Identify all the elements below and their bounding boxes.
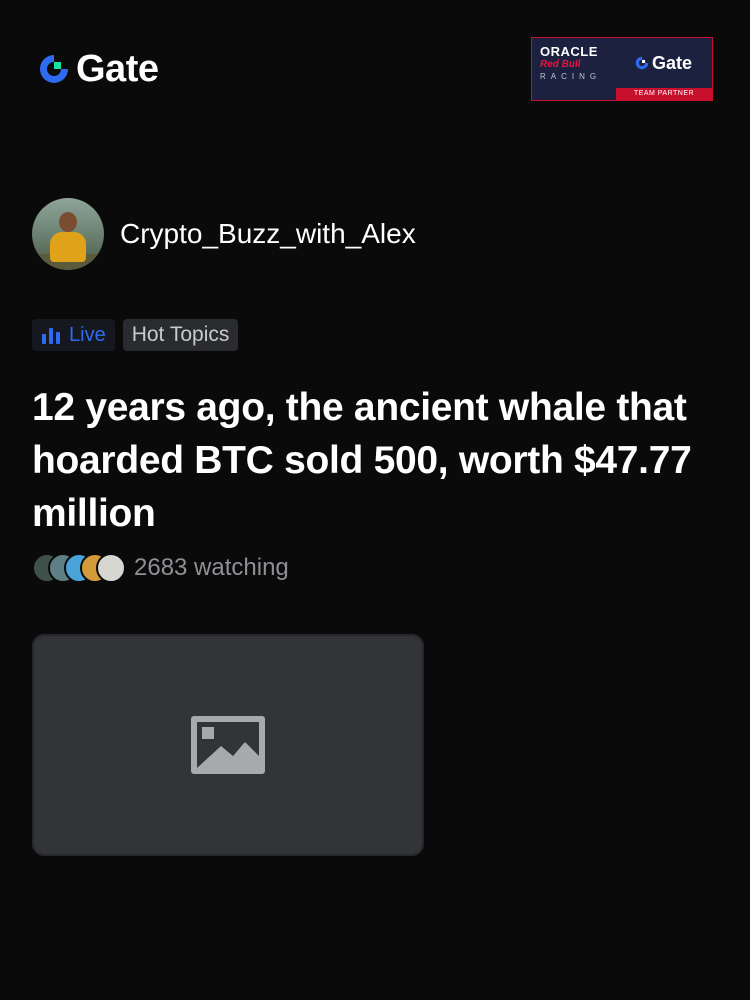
avatar[interactable] xyxy=(32,198,104,270)
post-tags: Live Hot Topics xyxy=(32,319,239,351)
gate-logo[interactable]: Gate xyxy=(36,48,159,90)
post-title: 12 years ago, the ancient whale that hoa… xyxy=(32,386,692,535)
brand-name: Gate xyxy=(76,48,159,90)
live-bars-icon xyxy=(42,328,60,344)
author-name[interactable]: Crypto_Buzz_with_Alex xyxy=(120,218,416,250)
live-tag[interactable]: Live xyxy=(32,319,115,351)
gate-logo-icon xyxy=(635,56,649,70)
post-page: Gate ORACLE Red Bull RACING Gate TEAM PA… xyxy=(0,0,750,1000)
oracle-redbull-logo: ORACLE Red Bull RACING xyxy=(540,45,622,82)
gate-logo-icon xyxy=(40,55,68,83)
team-partner-label: TEAM PARTNER xyxy=(616,88,712,100)
team-partner-banner[interactable]: ORACLE Red Bull RACING Gate TEAM PARTNER xyxy=(531,37,713,101)
post-image[interactable] xyxy=(32,634,424,856)
viewer-avatars xyxy=(32,553,126,583)
redbull-text: Red Bull xyxy=(540,58,581,70)
image-placeholder-icon xyxy=(191,716,265,774)
partner-logos: ORACLE Red Bull RACING Gate xyxy=(532,38,712,88)
hot-topics-tag[interactable]: Hot Topics xyxy=(122,319,239,351)
watching-indicator: 2683 watching xyxy=(32,553,289,583)
live-tag-label: Live xyxy=(69,323,106,346)
viewer-avatar xyxy=(96,553,126,583)
oracle-text: ORACLE xyxy=(540,43,598,59)
partner-gate-logo: Gate xyxy=(634,53,692,74)
watching-count: 2683 watching xyxy=(134,554,289,581)
author-info[interactable]: Crypto_Buzz_with_Alex xyxy=(32,198,416,270)
partner-gate-text: Gate xyxy=(652,52,693,73)
racing-text: RACING xyxy=(540,71,602,81)
